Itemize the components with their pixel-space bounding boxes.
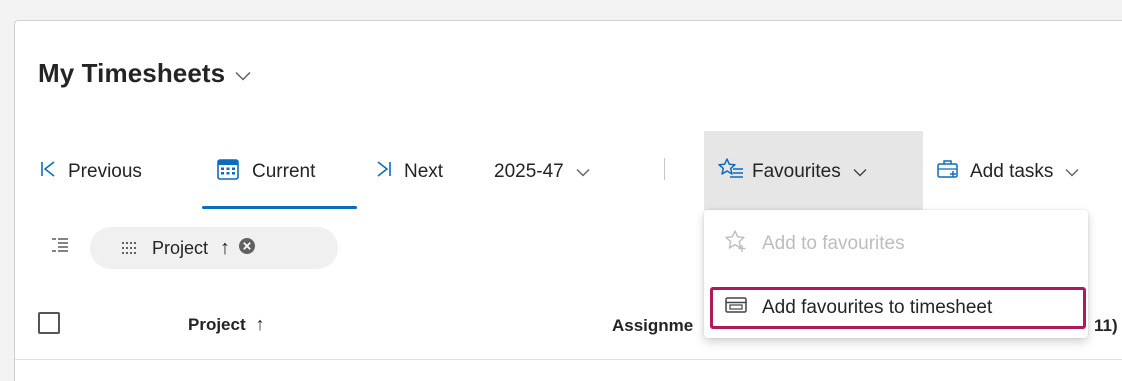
column-header-partial[interactable]: 11) bbox=[1094, 316, 1118, 336]
period-dropdown[interactable]: 2025-47 bbox=[494, 150, 590, 194]
current-selected-indicator bbox=[202, 206, 357, 209]
favourites-label: Favourites bbox=[752, 161, 841, 182]
group-by-chip[interactable]: Project ↑ bbox=[90, 227, 338, 269]
favourites-menu: Add to favourites Add favourites to time… bbox=[704, 210, 1088, 338]
current-label: Current bbox=[252, 161, 316, 182]
menu-item-add-to-favourites[interactable]: Add to favourites bbox=[704, 219, 1088, 269]
previous-button[interactable]: Previous bbox=[38, 150, 142, 194]
add-tasks-label: Add tasks bbox=[970, 161, 1054, 182]
star-add-icon bbox=[724, 229, 748, 259]
favourites-button[interactable]: Favourites bbox=[718, 150, 867, 194]
sort-ascending-icon[interactable]: ↑ bbox=[220, 238, 230, 258]
period-label: 2025-47 bbox=[494, 161, 564, 182]
command-bar: Previous Current Next 2025-47 Favourites… bbox=[38, 150, 1122, 196]
chevron-down-icon bbox=[576, 161, 590, 183]
chevron-down-icon bbox=[853, 161, 867, 183]
add-tasks-button[interactable]: Add tasks bbox=[936, 150, 1079, 194]
highlight-annotation-box bbox=[710, 287, 1086, 329]
sort-ascending-icon: ↑ bbox=[255, 314, 265, 334]
current-button[interactable]: Current bbox=[216, 150, 315, 194]
column-header-project-label: Project bbox=[188, 314, 246, 334]
page-title: My Timesheets bbox=[38, 58, 226, 88]
column-header-project[interactable]: Project ↑ bbox=[188, 314, 265, 335]
grid-dots-icon bbox=[122, 238, 138, 259]
next-label: Next bbox=[404, 161, 444, 182]
column-header-assignment[interactable]: Assignme bbox=[612, 316, 693, 336]
calendar-icon bbox=[216, 157, 240, 187]
remove-group-icon[interactable] bbox=[238, 237, 256, 260]
star-list-icon bbox=[718, 157, 744, 187]
group-chip-label: Project bbox=[152, 237, 209, 258]
next-button[interactable]: Next bbox=[374, 150, 443, 194]
chevron-down-icon bbox=[1065, 161, 1079, 183]
select-all-checkbox[interactable] bbox=[38, 312, 60, 334]
previous-label: Previous bbox=[68, 161, 142, 182]
page-header[interactable]: My Timesheets bbox=[38, 58, 251, 89]
menu-item-label: Add to favourites bbox=[762, 233, 905, 254]
chevron-down-icon[interactable] bbox=[235, 68, 251, 86]
briefcase-add-icon bbox=[936, 158, 960, 186]
next-icon bbox=[374, 160, 394, 184]
group-by-icon[interactable] bbox=[52, 238, 68, 257]
previous-icon bbox=[38, 160, 58, 184]
toolbar-divider bbox=[664, 158, 665, 180]
